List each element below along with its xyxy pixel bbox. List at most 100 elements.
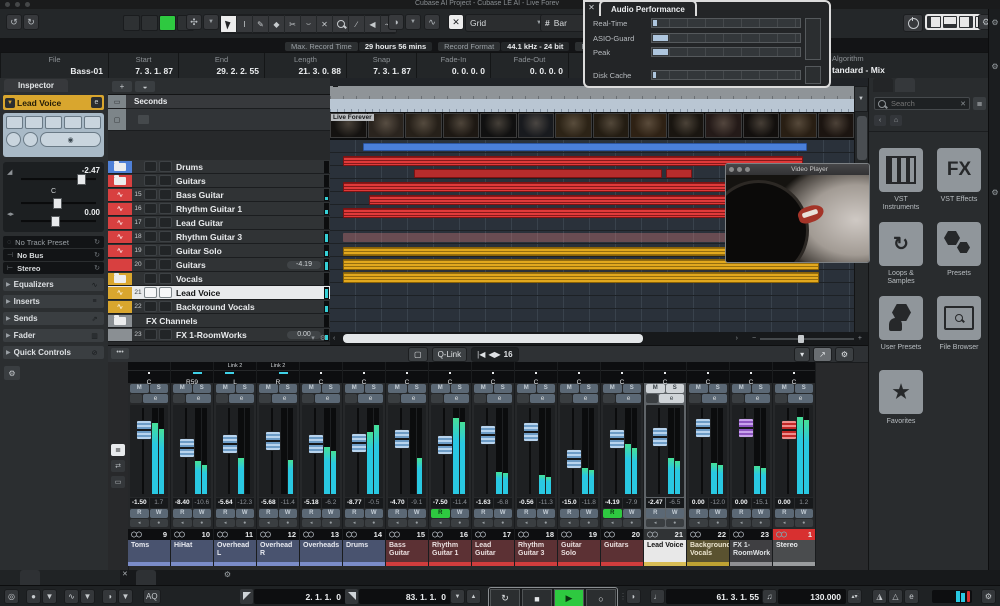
channel-strip[interactable]: C M S e -1.63 — [472, 362, 515, 566]
audio-performance-tab[interactable]: Audio Performance — [599, 0, 697, 16]
volume-value[interactable]: 0.00 — [732, 498, 751, 508]
tempo-icon[interactable]: ♫ — [762, 589, 777, 604]
mute-button[interactable] — [144, 329, 157, 340]
volume-value[interactable]: 0.00 — [689, 498, 708, 508]
video-track-mute-button[interactable] — [138, 115, 149, 124]
back-chevron-icon[interactable]: ‹ — [874, 115, 886, 126]
read-automation-button[interactable]: R — [646, 509, 665, 518]
home-icon[interactable]: ⌂ — [890, 115, 902, 126]
track-row[interactable]: ∿≡FX 20 Guitars -4.19 — [108, 258, 330, 272]
volume-value[interactable]: 0.00 — [775, 498, 794, 508]
channel-name[interactable]: Drums — [343, 540, 385, 566]
media-tile-icon[interactable] — [937, 296, 981, 340]
video-thumbnail[interactable] — [668, 113, 705, 138]
peak-value[interactable]: -12.3 — [236, 498, 255, 508]
scroll-right-arrow[interactable]: › — [736, 335, 738, 342]
listen-button[interactable] — [646, 394, 658, 403]
pan-control[interactable]: C — [300, 371, 342, 383]
audio-event-clip[interactable] — [666, 169, 692, 178]
routing-row[interactable]: ◌ No Track Preset ↻ — [3, 236, 104, 248]
right-zone-tab[interactable] — [895, 78, 915, 92]
video-player-titlebar[interactable]: Video Player — [726, 164, 869, 175]
solo-button[interactable]: S — [279, 384, 298, 393]
monitor-button[interactable]: ◂ — [474, 519, 493, 527]
solo-button[interactable] — [159, 329, 172, 340]
write-automation-button[interactable]: W — [408, 509, 427, 518]
track-row[interactable]: ∿≡FX 22 Background Vocals — [108, 300, 330, 314]
edit-channel-button[interactable]: e — [487, 394, 512, 403]
snap-type-select[interactable]: Grid ▼ — [465, 14, 547, 32]
automation-dropdown-arrow[interactable]: ▼ — [203, 14, 219, 30]
peak-value[interactable]: -7.9 — [623, 498, 642, 508]
channel-strip[interactable]: C M S e -8.77 — [343, 362, 386, 566]
write-automation-button[interactable]: W — [795, 509, 814, 518]
media-search-box[interactable]: ✕ — [874, 97, 970, 110]
peak-value[interactable]: -11.4 — [279, 498, 298, 508]
solo-button[interactable] — [159, 301, 172, 312]
channel-strip[interactable]: C M S e 0.00 — [730, 362, 773, 566]
listen-button[interactable] — [130, 394, 142, 403]
channel-strip[interactable]: C M S e -7.50 — [429, 362, 472, 566]
lower-zone-setup-gear-icon[interactable]: ⚙ — [224, 570, 231, 585]
metronome-click-icon[interactable]: ◮ — [872, 589, 887, 604]
left-zone-tab[interactable] — [20, 570, 40, 585]
channel-name[interactable]: Background Vocals — [687, 540, 729, 566]
record-enable-button[interactable]: ● — [236, 519, 255, 527]
channel-strip[interactable]: C M S e -4.70 — [386, 362, 429, 566]
solo-button[interactable]: S — [408, 384, 427, 393]
write-automation-button[interactable]: W — [537, 509, 556, 518]
horizontal-scroll-thumb[interactable] — [343, 334, 643, 343]
edit-channel-button[interactable]: e — [788, 394, 813, 403]
pan-control[interactable]: C — [472, 371, 514, 383]
record-enable-button[interactable]: ● — [150, 519, 169, 527]
section-badge-icon[interactable]: ∿ — [88, 279, 101, 290]
monitor-button[interactable]: ◂ — [517, 519, 536, 527]
listen-button[interactable] — [517, 394, 529, 403]
delay-handle[interactable] — [51, 216, 60, 227]
solo-button[interactable]: S — [537, 384, 556, 393]
media-tile[interactable]: ↻ Loops & Samples — [877, 222, 925, 286]
info-field[interactable]: Fade-Out 0. 0. 0. 0 — [490, 53, 568, 79]
channel-strip[interactable]: C M S e -0.56 — [515, 362, 558, 566]
add-track-button[interactable]: + — [112, 81, 132, 92]
fader-handle[interactable] — [222, 434, 238, 454]
tool-button[interactable]: ⌣ — [301, 15, 316, 33]
video-thumbnail[interactable]: Live Forever — [330, 113, 367, 138]
solo-button[interactable]: S — [666, 384, 685, 393]
punch-out-button[interactable]: ▲ — [466, 589, 481, 604]
video-thumbnail[interactable] — [780, 113, 817, 138]
monitor-button[interactable]: ◂ — [646, 519, 665, 527]
track-volume-badge[interactable]: -4.19 — [287, 261, 321, 269]
fader-handle[interactable] — [523, 422, 539, 442]
video-thumbnail[interactable] — [480, 113, 517, 138]
listen-button[interactable] — [603, 394, 615, 403]
algorithm-field[interactable]: Algorithm tandard - Mix — [832, 54, 992, 75]
tool-button[interactable]: ◀ — [365, 15, 380, 33]
pan-control[interactable]: C — [343, 371, 385, 383]
write-automation-button[interactable]: W — [752, 509, 771, 518]
listen-button[interactable] — [560, 394, 572, 403]
media-tile[interactable]: FX VST Effects — [935, 148, 983, 212]
fader-handle[interactable] — [480, 425, 496, 445]
monitor-button[interactable]: ◂ — [775, 519, 794, 527]
right-zone-tab[interactable] — [873, 78, 893, 92]
bank-arrows-icon[interactable]: ◀▶ — [488, 350, 500, 359]
automation-state-button[interactable] — [123, 15, 140, 31]
read-automation-button[interactable]: R — [603, 509, 622, 518]
right-zone-toggle[interactable] — [959, 16, 973, 28]
info-field[interactable]: Snap 7. 3. 1. 87 — [346, 53, 416, 79]
media-tile[interactable]: User Presets — [877, 296, 925, 360]
solo-button[interactable]: S — [236, 384, 255, 393]
edit-channel-button[interactable]: e — [229, 394, 254, 403]
listen-button[interactable] — [431, 394, 443, 403]
qlink-button[interactable]: Q-Link — [432, 347, 468, 362]
precount-icon[interactable]: △ — [888, 589, 903, 604]
inspector-track-header[interactable]: ▼ Lead Voice e — [3, 95, 104, 110]
edit-channel-button[interactable]: e — [573, 394, 598, 403]
video-thumbnail[interactable] — [705, 113, 742, 138]
setup-gear-icon[interactable]: ⚙ — [990, 61, 1000, 71]
peak-value[interactable]: -11.8 — [580, 498, 599, 508]
peak-value[interactable]: -9.1 — [408, 498, 427, 508]
solo-button[interactable] — [159, 259, 172, 270]
mute-button[interactable] — [144, 273, 157, 284]
